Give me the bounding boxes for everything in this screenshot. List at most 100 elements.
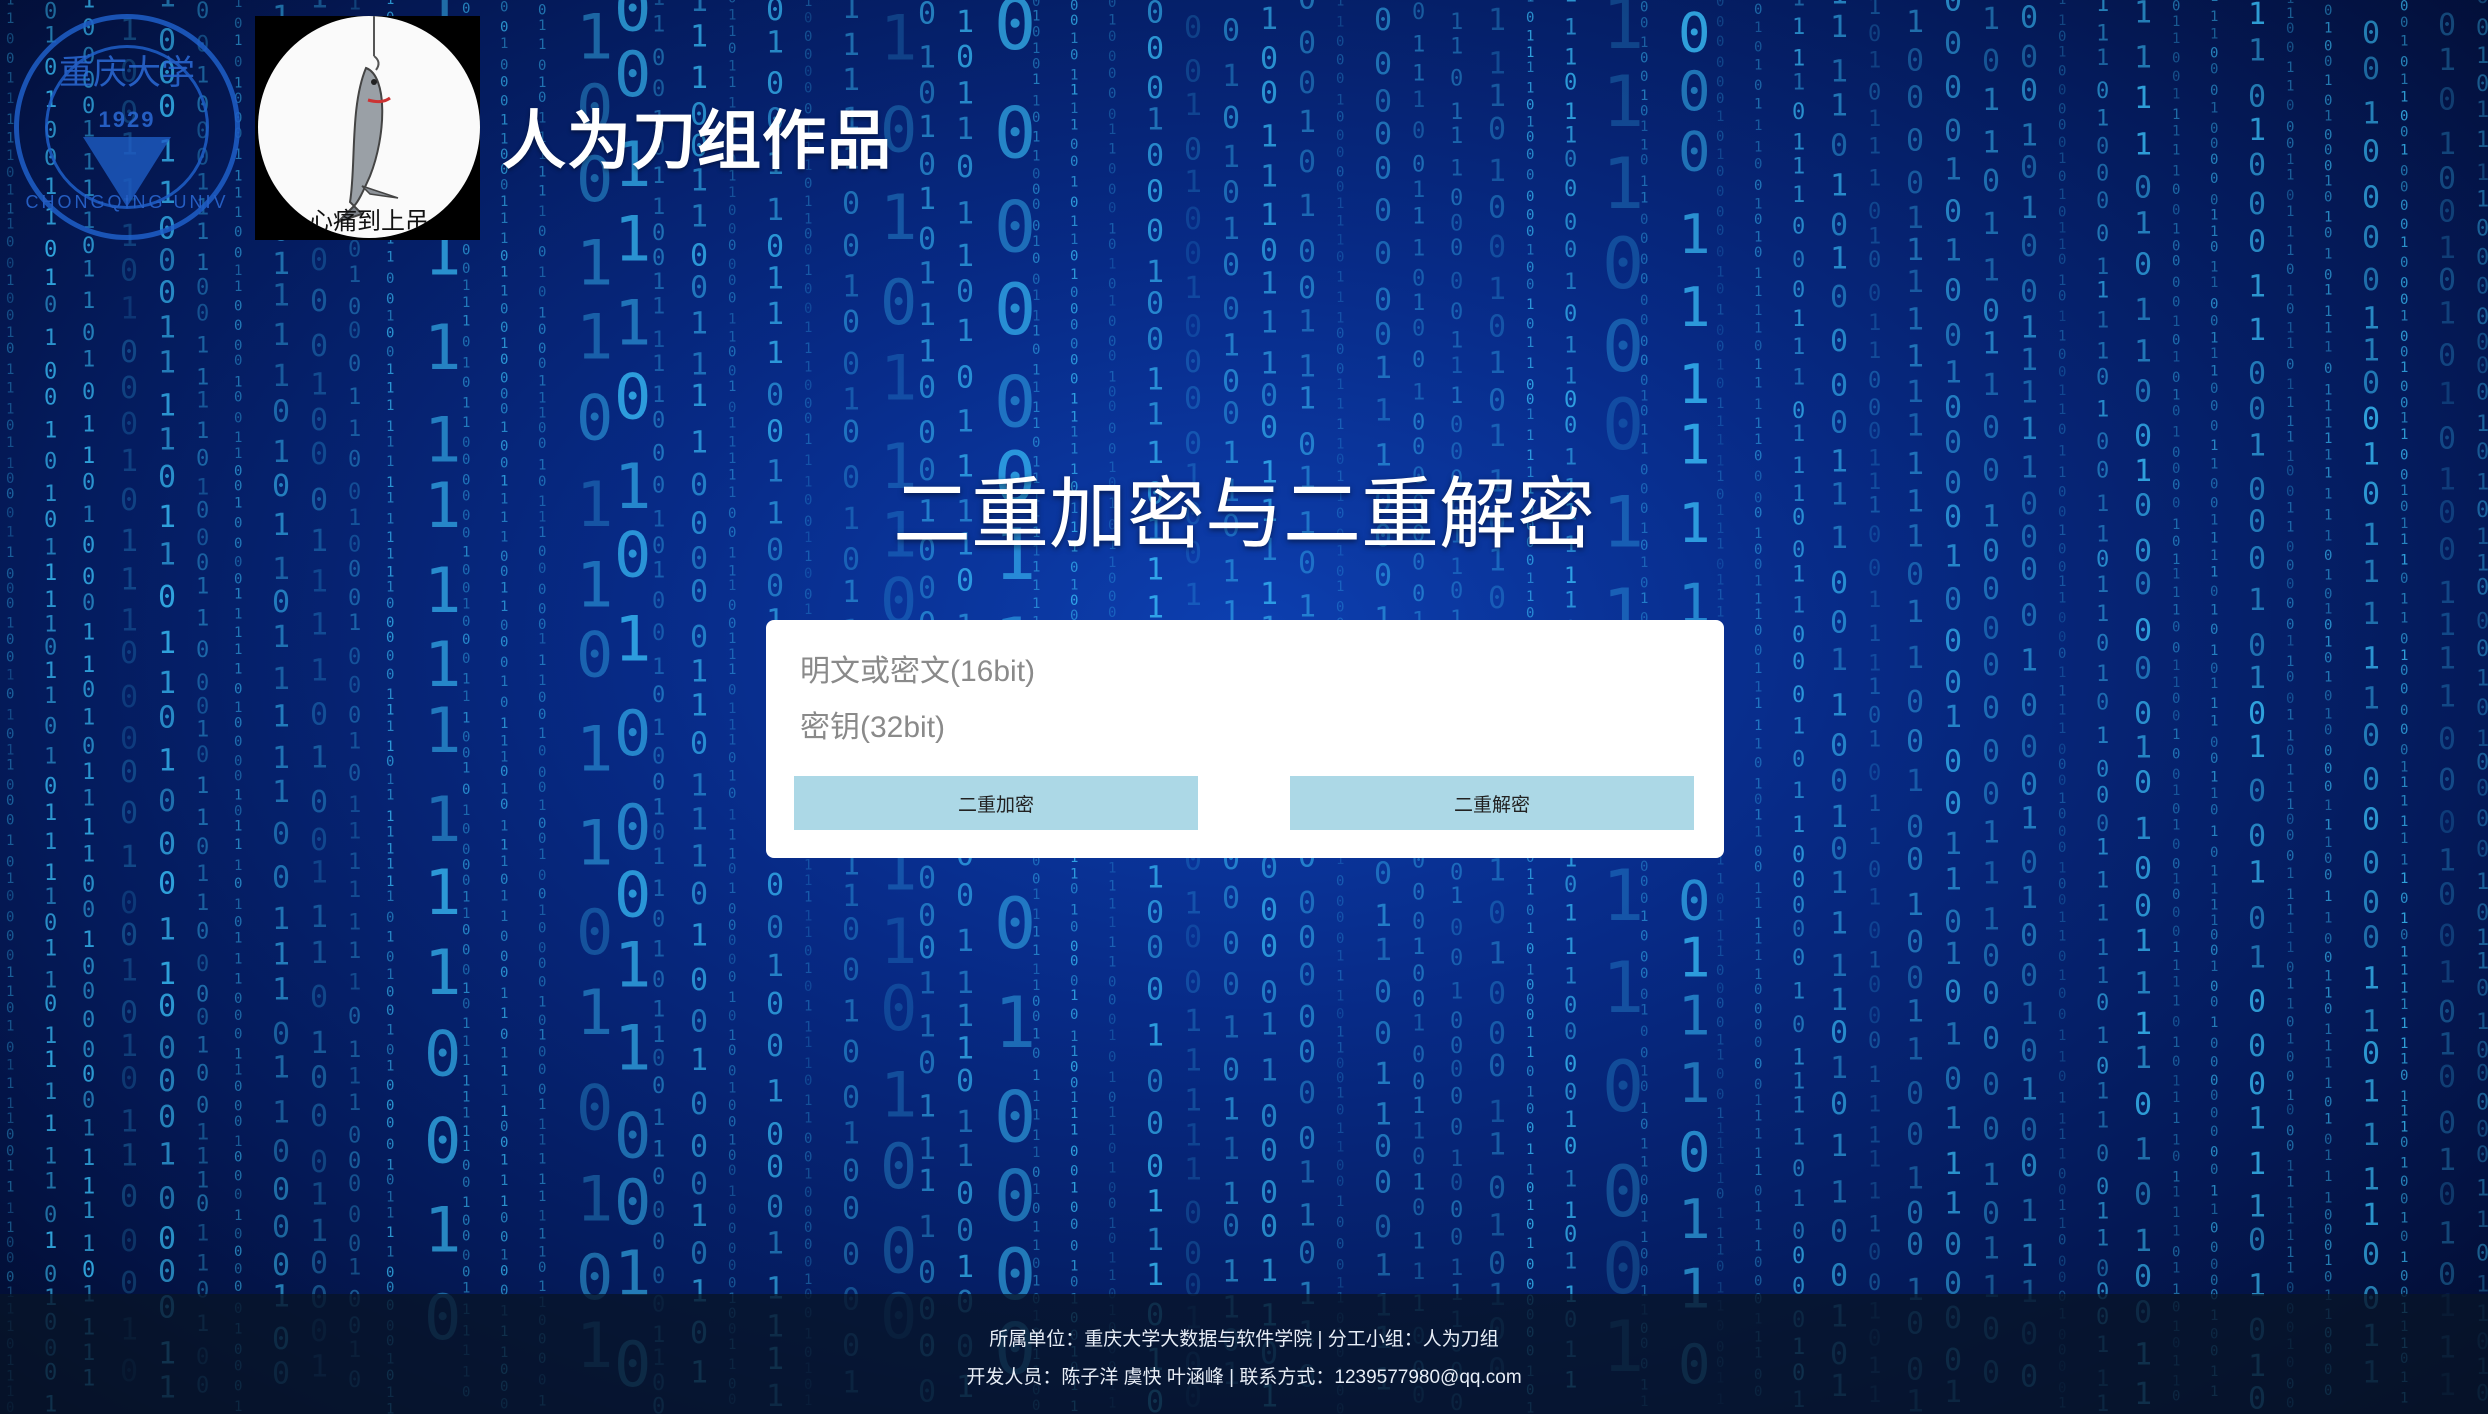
binary-digit: 1 — [1298, 105, 1316, 140]
binary-digit: 1 — [2172, 872, 2180, 888]
binary-digit: 0 — [1716, 244, 1724, 260]
binary-digit: 1 — [956, 112, 974, 147]
binary-digit: 0 — [500, 401, 508, 417]
binary-digit: 1 — [690, 919, 708, 954]
binary-digit: 1 — [120, 562, 138, 597]
binary-digit: 0 — [1792, 278, 1805, 303]
binary-digit: 1 — [1944, 827, 1962, 862]
binary-digit: 0 — [1450, 1084, 1463, 1109]
binary-digit: 0 — [690, 238, 708, 273]
double-decrypt-button[interactable]: 二重解密 — [1290, 776, 1694, 830]
binary-digit: 0 — [1032, 197, 1040, 213]
binary-digit: 0 — [2020, 598, 2038, 633]
binary-digit: 0 — [652, 1198, 665, 1223]
binary-digit: 0 — [728, 902, 736, 918]
binary-digit: 0 — [1222, 1209, 1240, 1244]
binary-digit: 1 — [1108, 257, 1116, 273]
binary-digit: 1 — [2286, 728, 2294, 744]
binary-digit: 1 — [1564, 0, 1577, 7]
binary-digit: 1 — [2096, 724, 2109, 749]
binary-digit: 1 — [44, 1169, 57, 1194]
binary-digit: 1 — [196, 1169, 209, 1194]
binary-digit: 0 — [2324, 128, 2332, 144]
binary-digit: 1 — [82, 1146, 95, 1171]
binary-digit: 0 — [2172, 1014, 2180, 1030]
binary-digit: 0 — [462, 942, 470, 958]
binary-digit: 1 — [2210, 770, 2218, 786]
binary-digit: 1 — [2210, 714, 2218, 730]
binary-digit: 1 — [1754, 1163, 1762, 1179]
binary-digit: 0 — [1526, 1008, 1534, 1024]
binary-digit: 1 — [424, 694, 461, 767]
binary-digit: 1 — [1336, 92, 1344, 108]
binary-digit: 0 — [2400, 571, 2408, 587]
binary-digit: 0 — [2172, 746, 2180, 762]
binary-digit: 0 — [1944, 70, 1962, 105]
binary-digit: 1 — [2324, 399, 2332, 415]
binary-digit: 0 — [44, 911, 57, 936]
binary-digit: 0 — [2134, 171, 2152, 206]
binary-digit: 0 — [1906, 843, 1924, 878]
binary-digit: 0 — [1982, 572, 2000, 607]
binary-digit: 0 — [1032, 871, 1040, 887]
binary-digit: 1 — [272, 1050, 290, 1085]
binary-digit: 1 — [1830, 54, 1848, 89]
binary-digit: 0 — [1032, 435, 1040, 451]
binary-digit: 1 — [538, 374, 546, 390]
binary-digit: 0 — [1032, 1009, 1040, 1025]
binary-digit: 1 — [1412, 237, 1425, 262]
binary-digit: 1 — [310, 653, 328, 688]
binary-digit: 1 — [1830, 983, 1848, 1018]
binary-digit: 0 — [538, 58, 546, 74]
binary-digit: 0 — [2020, 1034, 2038, 1069]
binary-digit: 0 — [918, 76, 936, 111]
binary-digit: 0 — [538, 1013, 546, 1029]
binary-digit: 0 — [158, 1221, 176, 1256]
binary-digit: 1 — [1412, 1170, 1425, 1195]
binary-digit: 1 — [272, 279, 290, 314]
binary-digit: 1 — [2058, 791, 2066, 807]
binary-digit: 1 — [6, 362, 14, 378]
binary-digit: 0 — [1754, 2, 1762, 18]
binary-digit: 0 — [6, 1000, 14, 1016]
binary-digit: 1 — [2324, 174, 2332, 190]
binary-digit: 1 — [6, 183, 14, 199]
binary-digit: 1 — [1716, 1121, 1724, 1137]
binary-digit: 1 — [462, 1053, 470, 1069]
binary-digit: 0 — [1488, 1016, 1506, 1051]
binary-digit: 0 — [158, 1181, 176, 1216]
binary-digit: 0 — [2400, 55, 2408, 71]
binary-digit: 1 — [1070, 82, 1078, 98]
binary-digit: 1 — [1032, 596, 1040, 612]
binary-digit: 1 — [2286, 866, 2294, 882]
binary-digit: 0 — [6, 341, 14, 357]
binary-digit: 0 — [500, 965, 508, 981]
binary-digit: 1 — [1564, 965, 1577, 990]
binary-digit: 0 — [652, 409, 665, 434]
binary-digit: 0 — [2286, 1139, 2294, 1155]
binary-digit: 1 — [1488, 272, 1506, 307]
plaintext-or-ciphertext-input[interactable] — [800, 648, 1680, 696]
binary-digit: 1 — [538, 1244, 546, 1260]
double-encrypt-button[interactable]: 二重加密 — [794, 776, 1198, 830]
binary-digit: 0 — [1108, 86, 1116, 102]
binary-digit: 1 — [158, 626, 176, 661]
binary-digit: 0 — [690, 1167, 708, 1202]
binary-digit: 1 — [500, 909, 508, 925]
binary-digit: 1 — [652, 716, 665, 741]
binary-digit: 1 — [6, 402, 14, 418]
binary-digit: 1 — [1222, 212, 1240, 247]
brand-title: 人为刀组作品 — [502, 105, 892, 177]
binary-digit: 0 — [1716, 34, 1724, 50]
binary-digit: 1 — [956, 314, 974, 349]
binary-digit: 0 — [2058, 1007, 2066, 1023]
binary-digit: 1 — [918, 182, 936, 217]
binary-digit: 1 — [728, 8, 736, 24]
binary-digit: 0 — [1640, 874, 1648, 890]
key-input[interactable] — [800, 704, 1680, 752]
binary-digit: 0 — [2210, 1073, 2218, 1089]
binary-digit: 1 — [6, 70, 14, 86]
binary-digit: 0 — [690, 963, 708, 998]
binary-digit: 1 — [1640, 909, 1648, 925]
binary-digit: 1 — [956, 924, 974, 959]
